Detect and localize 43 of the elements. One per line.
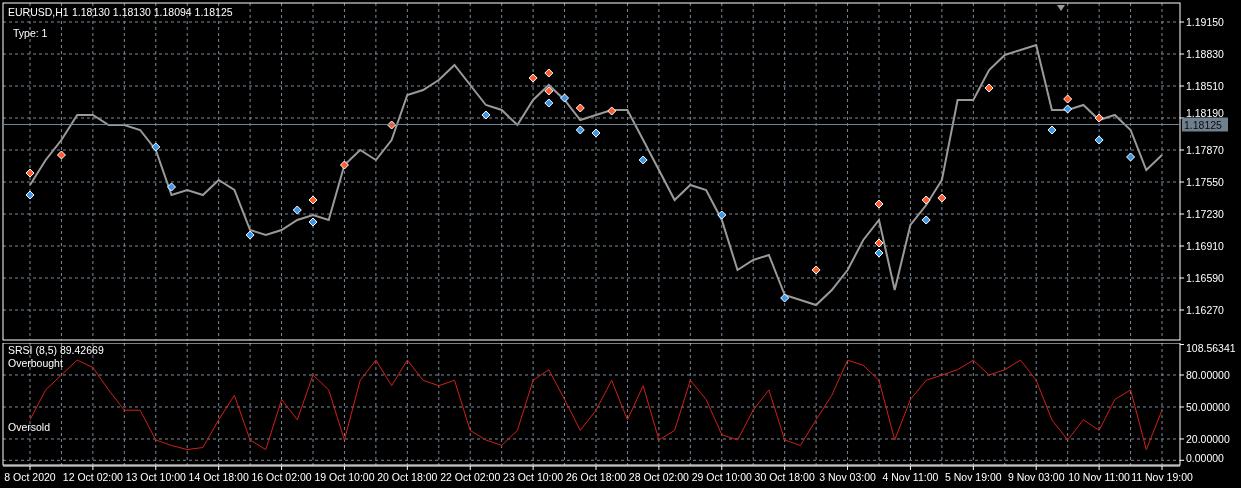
time-axis-label: 30 Oct 18:00: [754, 471, 815, 483]
time-axis-label: 9 Nov 03:00: [1007, 471, 1065, 483]
symbol-label: EURUSD,H1: [8, 6, 69, 18]
indicator-axis-label: 80.00000: [1186, 369, 1230, 381]
price-axis-label: 1.18830: [1186, 48, 1224, 60]
time-axis-label: 13 Oct 10:00: [125, 471, 186, 483]
time-axis-label: 4 Nov 11:00: [882, 471, 939, 483]
indicator-axis-label: 0.00000: [1186, 452, 1224, 464]
indicator-axis-label: 50.00000: [1186, 401, 1230, 413]
time-axis-label: 23 Oct 10:00: [503, 471, 564, 483]
price-axis-label: 1.17550: [1186, 176, 1224, 188]
type-label: Type: 1: [13, 27, 48, 39]
time-axis-label: 3 Nov 03:00: [819, 471, 876, 483]
time-axis-label: 16 Oct 02:00: [251, 471, 312, 483]
time-axis-label: 8 Oct 2020: [4, 471, 56, 483]
time-axis-label: 29 Oct 10:00: [691, 471, 752, 483]
time-axis-label: 26 Oct 18:00: [565, 471, 627, 483]
time-axis-label: 5 Nov 19:00: [945, 471, 1002, 483]
time-axis-label: 19 Oct 10:00: [314, 471, 375, 483]
price-axis-label: 1.17870: [1186, 144, 1224, 156]
price-axis-label: 1.19150: [1186, 16, 1224, 28]
price-axis-label: 1.18190: [1186, 106, 1224, 119]
triangle-icon: [1057, 5, 1065, 11]
level-label: Overbought: [8, 357, 63, 369]
time-axis-label: 10 Nov 11:00: [1068, 471, 1130, 483]
time-axis-label: 11 Nov 19:00: [1131, 471, 1193, 483]
time-axis-label: 12 Oct 02:00: [62, 471, 123, 483]
indicator-header: SRSI (8,5) 89.42669: [8, 344, 104, 356]
price-axis-label: 1.16590: [1186, 272, 1224, 284]
indicator-axis-label: 108.56341: [1186, 343, 1236, 354]
price-axis-label: 1.17230: [1186, 208, 1224, 220]
time-axis-label: 22 Oct 02:00: [440, 471, 501, 483]
price-axis-label: 1.18510: [1186, 80, 1224, 92]
ohlc-values: 1.18130 1.18130 1.18094 1.18125: [72, 6, 233, 18]
time-axis-label: 20 Oct 18:00: [377, 471, 438, 483]
price-axis-label: 1.16910: [1186, 240, 1224, 252]
indicator-axis-label: 20.00000: [1186, 433, 1230, 445]
current-price-tag: 1.18125: [1182, 117, 1228, 132]
price-axis-label: 1.16270: [1186, 304, 1224, 316]
time-axis-label: 14 Oct 18:00: [188, 471, 249, 483]
level-label: Oversold: [8, 421, 50, 433]
time-axis-label: 28 Oct 02:00: [628, 471, 689, 483]
ref-line-label: 1.18125: [1184, 118, 1223, 131]
